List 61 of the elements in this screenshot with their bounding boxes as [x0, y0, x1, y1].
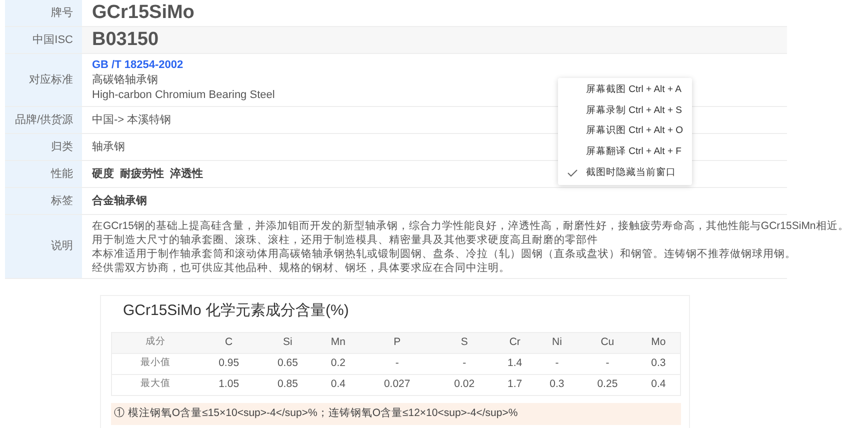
- property-tag: 耐疲劳性: [120, 166, 164, 182]
- table-cell: 0.85: [258, 374, 318, 395]
- grade-value: B03150: [92, 28, 159, 52]
- column-header: Cr: [494, 332, 536, 353]
- standard-link[interactable]: GB /T 18254-2002: [92, 58, 184, 72]
- column-header: Cu: [578, 332, 637, 353]
- table-cell: 0.25: [578, 374, 637, 395]
- table-cell: 0.2: [317, 353, 360, 374]
- menu-item[interactable]: 屏幕截图 Ctrl + Alt + A: [558, 80, 692, 101]
- column-header: Si: [258, 332, 318, 353]
- field-value: 中国-> 本溪特钢: [92, 112, 172, 128]
- table-cell: 1.4: [494, 353, 536, 374]
- description-line: 经供需双方协商，也可供应其他品种、规格的钢材、钢坯，具体要求应在合同中注明。: [92, 260, 511, 274]
- table-cell: -: [578, 353, 637, 374]
- menu-item[interactable]: 屏幕识图 Ctrl + Alt + O: [558, 121, 692, 142]
- field-label: 牌号: [51, 6, 73, 21]
- table-cell: 0.3: [536, 374, 578, 395]
- section-title: GCr15SiMo 化学元素成分含量(%): [123, 301, 350, 321]
- table-cell: 最大值: [112, 374, 200, 395]
- description-line: 在GCr15钢的基础上提高硅含量，并添加钼而开发的新型轴承钢，综合力学性能良好，淬透性高，耐磨性好，接触疲劳寿命高，其他性能与GCr15SiMn相近。: [92, 218, 849, 232]
- description-line: 本标准适用于制作轴承套筒和滚动体用高碳铬轴承钢热轧或锻制圆钢、盘条、冷拉（轧）圆钢（直条或盘状）和钢管。连铸钢不推荐做钢球用钢。: [92, 246, 797, 260]
- property-tag: 淬透性: [170, 166, 203, 182]
- table-cell: 0.4: [317, 374, 360, 395]
- table-cell: 0.02: [434, 374, 494, 395]
- property-tag: 硬度: [92, 166, 114, 182]
- field-label: 归类: [51, 140, 73, 155]
- table-cell: 0.95: [199, 353, 258, 374]
- table-cell: -: [359, 353, 435, 374]
- menu-item[interactable]: 截图时隐藏当前窗口: [558, 162, 692, 183]
- field-label: 中国ISC: [32, 32, 73, 48]
- column-header: Ni: [536, 332, 578, 353]
- grade-value: GCr15SiMo: [92, 0, 194, 25]
- table-cell: 1.05: [199, 374, 258, 395]
- property-tag: 合金轴承钢: [92, 192, 147, 210]
- column-header: C: [199, 332, 258, 353]
- column-header: S: [434, 332, 494, 353]
- field-label: 说明: [51, 239, 73, 254]
- table-cell: 0.4: [636, 374, 680, 395]
- description-line: 用于制造大尺寸的轴承套圈、滚珠、滚柱，还用于制造模具、精密量具及其他要求硬度高且耐磨的零部件: [92, 232, 599, 246]
- table-cell: 0.65: [258, 353, 318, 374]
- table-cell: 1.7: [494, 374, 536, 395]
- table-cell: 0.027: [359, 374, 435, 395]
- field-label: 品牌/供货源: [14, 112, 73, 128]
- menu-item[interactable]: 屏幕录制 Ctrl + Alt + S: [558, 100, 692, 122]
- menu-item[interactable]: 屏幕翻译 Ctrl + Alt + F: [558, 142, 692, 162]
- note-text: ① 模注钢氧O含量≤15×10<sup>-4</sup>%；连铸钢氧O含量≤12×10<sup>-4</sup>%: [114, 406, 518, 421]
- field-label: 标签: [51, 194, 73, 209]
- standard-name: High-carbon Chromium Bearing Steel: [92, 88, 275, 102]
- field-value: 轴承钢: [92, 140, 125, 155]
- column-header: Mn: [317, 332, 360, 353]
- column-header: 成分: [112, 332, 200, 353]
- field-label: 性能: [51, 166, 73, 182]
- standard-name: 高碳铬轴承钢: [92, 72, 159, 88]
- table-cell: 最小值: [112, 353, 200, 374]
- table-cell: -: [536, 353, 578, 374]
- check-icon: [566, 168, 578, 177]
- column-header: P: [359, 332, 435, 353]
- table-cell: 0.3: [636, 353, 680, 374]
- column-header: Mo: [636, 332, 680, 353]
- table-cell: -: [434, 353, 494, 374]
- field-label: 对应标准: [29, 72, 73, 88]
